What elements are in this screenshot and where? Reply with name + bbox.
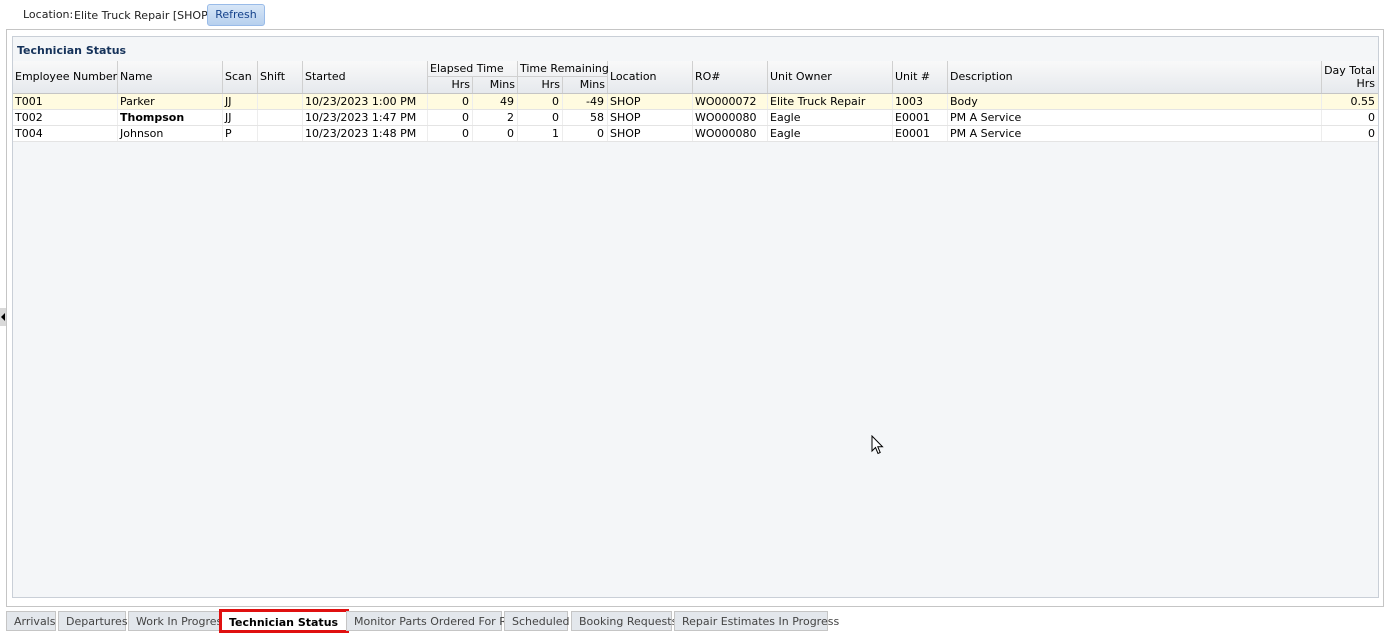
day-total-label: Day Total <box>1324 64 1375 77</box>
cell-remaining-hrs: 1 <box>518 126 563 141</box>
cell-remaining-mins: 58 <box>563 110 608 125</box>
col-group-elapsed-time: Elapsed Time <box>428 61 518 77</box>
cell-employee-number: T002 <box>13 110 118 125</box>
cell-elapsed-hrs: 0 <box>428 94 473 109</box>
col-header-elapsed-hrs[interactable]: Hrs <box>428 77 473 93</box>
col-header-remaining-hrs[interactable]: Hrs <box>518 77 563 93</box>
technician-status-panel: Technician Status Employee Number Name S… <box>12 36 1379 598</box>
cell-unit-owner: Eagle <box>768 126 893 141</box>
tab-repair-estimates-in-progress[interactable]: Repair Estimates In Progress <box>674 611 839 631</box>
col-header-remaining-mins[interactable]: Mins <box>563 77 608 93</box>
table-row[interactable]: T002 Thompson JJ 10/23/2023 1:47 PM 0 2 … <box>13 110 1378 126</box>
cell-started: 10/23/2023 1:47 PM <box>303 110 428 125</box>
tab-booking-requests[interactable]: Booking Requests <box>571 611 677 631</box>
col-header-name[interactable]: Name <box>118 61 223 93</box>
cell-elapsed-hrs: 0 <box>428 126 473 141</box>
refresh-button[interactable]: Refresh <box>207 4 265 26</box>
cell-elapsed-mins: 2 <box>473 110 518 125</box>
cell-shift <box>258 94 303 109</box>
cell-remaining-mins: 0 <box>563 126 608 141</box>
table-row[interactable]: T001 Parker JJ 10/23/2023 1:00 PM 0 49 0… <box>13 94 1378 110</box>
cell-day-total: 0 <box>1368 127 1375 140</box>
cell-unit-number: E0001 <box>893 126 948 141</box>
cell-scan: P <box>223 126 258 141</box>
location-toolbar: Location: Elite Truck Repair [SHOP] Refr… <box>0 0 1389 30</box>
cell-description: PM A Service <box>948 110 1322 125</box>
tab-scheduled[interactable]: Scheduled <box>504 611 570 631</box>
cell-employee-number: T001 <box>13 94 118 109</box>
cell-shift <box>258 110 303 125</box>
cell-started: 10/23/2023 1:48 PM <box>303 126 428 141</box>
cell-employee-number: T004 <box>13 126 118 141</box>
col-header-description[interactable]: Description <box>948 61 1322 93</box>
cell-ro: WO000080 <box>693 110 768 125</box>
col-header-unit-number[interactable]: Unit # <box>893 61 948 93</box>
day-total-hrs-label: Hrs <box>1356 77 1375 90</box>
cell-unit-owner: Elite Truck Repair <box>768 94 893 109</box>
tab-departures[interactable]: Departures <box>58 611 128 631</box>
tab-work-in-progress[interactable]: Work In Progress <box>128 611 224 631</box>
cell-name: Thompson <box>118 110 223 125</box>
cell-elapsed-hrs: 0 <box>428 110 473 125</box>
cell-ro: WO000072 <box>693 94 768 109</box>
grid-header: Employee Number Name Scan Shift Started … <box>13 61 1378 94</box>
location-value[interactable]: Elite Truck Repair [SHOP] <box>74 9 212 22</box>
cell-day-total: 0.55 <box>1350 95 1376 108</box>
cell-name: Johnson <box>118 126 223 141</box>
cell-scan: JJ <box>223 94 258 109</box>
col-header-scan[interactable]: Scan <box>223 61 258 93</box>
cell-elapsed-mins: 0 <box>473 126 518 141</box>
location-label: Location: <box>23 8 74 21</box>
cell-unit-number: 1003 <box>893 94 948 109</box>
cell-remaining-hrs: 0 <box>518 94 563 109</box>
col-header-location[interactable]: Location <box>608 61 693 93</box>
tab-monitor-parts-ordered[interactable]: Monitor Parts Ordered For RO <box>346 611 516 631</box>
cell-remaining-hrs: 0 <box>518 110 563 125</box>
cell-unit-owner: Eagle <box>768 110 893 125</box>
cell-location: SHOP <box>608 110 693 125</box>
tab-technician-status[interactable]: Technician Status <box>219 609 349 633</box>
cell-shift <box>258 126 303 141</box>
cell-description: Body <box>948 94 1322 109</box>
mouse-cursor-icon <box>871 435 884 455</box>
col-header-elapsed-mins[interactable]: Mins <box>473 77 518 93</box>
collapse-arrow-icon[interactable] <box>1 313 5 321</box>
cell-started: 10/23/2023 1:00 PM <box>303 94 428 109</box>
cell-name: Parker <box>118 94 223 109</box>
cell-remaining-mins: -49 <box>563 94 608 109</box>
col-header-ro[interactable]: RO# <box>693 61 768 93</box>
cell-elapsed-mins: 49 <box>473 94 518 109</box>
col-header-day-total[interactable]: Day Total Hrs <box>1322 61 1378 93</box>
cell-description: PM A Service <box>948 126 1322 141</box>
cell-scan: JJ <box>223 110 258 125</box>
cell-ro: WO000080 <box>693 126 768 141</box>
col-header-started[interactable]: Started <box>303 61 428 93</box>
col-header-employee-number[interactable]: Employee Number <box>13 61 118 93</box>
technician-grid-body: T001 Parker JJ 10/23/2023 1:00 PM 0 49 0… <box>13 94 1378 142</box>
col-header-unit-owner[interactable]: Unit Owner <box>768 61 893 93</box>
cell-unit-number: E0001 <box>893 110 948 125</box>
col-group-time-remaining: Time Remaining <box>518 61 609 77</box>
tab-arrivals[interactable]: Arrivals <box>6 611 56 631</box>
cell-location: SHOP <box>608 94 693 109</box>
col-header-shift[interactable]: Shift <box>258 61 303 93</box>
cell-day-total: 0 <box>1368 111 1375 124</box>
table-row[interactable]: T004 Johnson P 10/23/2023 1:48 PM 0 0 1 … <box>13 126 1378 142</box>
cell-location: SHOP <box>608 126 693 141</box>
bottom-tab-bar: Arrivals Departures Work In Progress Tec… <box>6 609 1384 633</box>
panel-title: Technician Status <box>17 44 127 57</box>
